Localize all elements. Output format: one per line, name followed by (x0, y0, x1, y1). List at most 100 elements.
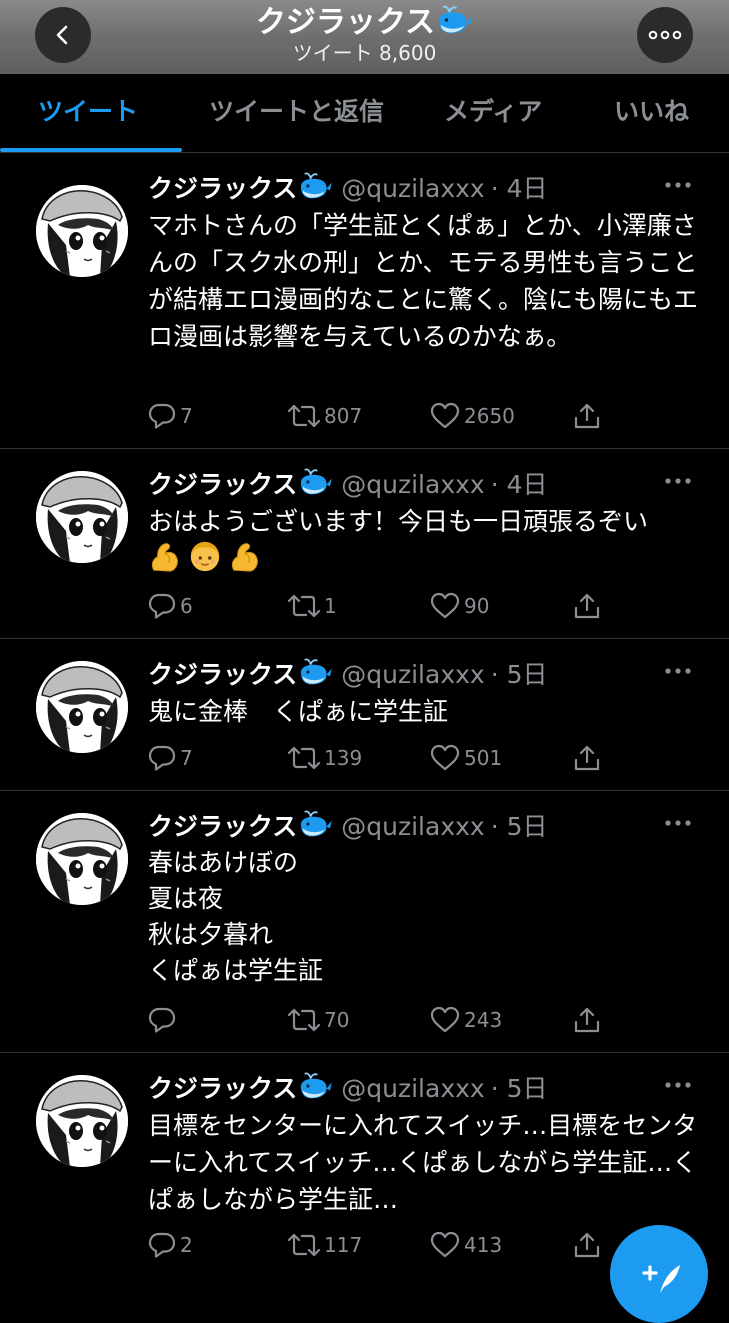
heart-icon (430, 1231, 460, 1259)
tweet-actions: 7 807 2650 (148, 399, 618, 433)
retweet-button[interactable]: 1 (288, 589, 337, 623)
whale-icon (297, 171, 333, 201)
tab-likes[interactable]: いいね (614, 94, 689, 130)
tweet-more-icon[interactable] (664, 813, 692, 833)
tweet-more-icon[interactable] (664, 661, 692, 681)
more-icon (648, 30, 682, 40)
tweet[interactable]: クジラックス @quzilaxxx · 4日 おはようございます！今日も一日頑張るぞ… (0, 449, 729, 639)
retweet-button[interactable]: 70 (288, 1003, 349, 1037)
heart-icon (430, 592, 460, 620)
tweet-time: · 4日 (490, 174, 548, 203)
tweet-author: クジラックス @quzilaxxx · 4日 (148, 171, 548, 205)
retweet-icon (288, 1231, 320, 1259)
reply-button[interactable]: 2 (148, 1228, 193, 1262)
tweet-text: 春はあけぼの 夏は夜 秋は夕暮れ くぱぁは学生証 (148, 848, 324, 985)
heart-icon (430, 402, 460, 430)
author-handle: @quzilaxxx (341, 812, 485, 841)
share-button[interactable] (573, 1228, 601, 1262)
whale-icon (297, 657, 333, 687)
like-count: 243 (464, 1008, 503, 1032)
avatar[interactable] (36, 661, 128, 753)
like-count: 413 (464, 1233, 503, 1257)
tweet-text: マホトさんの「学生証とくぱぁ」とか、小澤廉さんの「スク水の刑」とか、モテる男性も… (148, 211, 699, 351)
like-button[interactable]: 2650 (430, 399, 515, 433)
reply-icon (148, 1231, 176, 1259)
heart-icon (430, 1006, 460, 1034)
profile-title: クジラックス (0, 4, 729, 42)
flexed-biceps-icon (228, 540, 262, 574)
share-icon (573, 1006, 601, 1034)
tweet-text-content: おはようございます！今日も一日頑張るぞい (148, 507, 649, 536)
author-name[interactable]: クジラックス (148, 470, 297, 499)
reply-count: 7 (180, 746, 193, 770)
like-button[interactable]: 413 (430, 1228, 502, 1262)
like-count: 2650 (464, 404, 515, 428)
tweet-more-icon[interactable] (664, 1075, 692, 1095)
share-icon (573, 592, 601, 620)
author-name[interactable]: クジラックス (148, 174, 297, 203)
tweet-more-icon[interactable] (664, 175, 692, 195)
author-handle: @quzilaxxx (341, 1074, 485, 1103)
author-name[interactable]: クジラックス (148, 812, 297, 841)
tweet-author: クジラックス @quzilaxxx · 5日 (148, 809, 548, 843)
retweet-icon (288, 744, 320, 772)
more-options-button[interactable] (637, 7, 693, 63)
tweet-time: · 5日 (490, 660, 548, 689)
avatar[interactable] (36, 1075, 128, 1167)
like-count: 90 (464, 594, 490, 618)
retweet-button[interactable]: 139 (288, 741, 362, 775)
tweet[interactable]: クジラックス @quzilaxxx · 4日 マホトさんの「学生証とくぱぁ」とか、小… (0, 153, 729, 449)
tweet-more-icon[interactable] (664, 471, 692, 491)
author-name[interactable]: クジラックス (148, 660, 297, 689)
tweet-actions: 6 1 90 (148, 589, 618, 623)
share-button[interactable] (573, 399, 601, 433)
avatar[interactable] (36, 813, 128, 905)
like-count: 501 (464, 746, 503, 770)
tweet[interactable]: クジラックス @quzilaxxx · 5日 鬼に金棒 くぱぁに学生証 7 139 … (0, 639, 729, 791)
tab-tweets-and-replies[interactable]: ツイートと返信 (209, 94, 384, 130)
profile-header: クジラックス ツイート 8,600 (0, 0, 729, 74)
author-handle: @quzilaxxx (341, 174, 485, 203)
girl-emoji-icon (188, 540, 222, 574)
tweet-author: クジラックス @quzilaxxx · 5日 (148, 657, 548, 691)
author-name[interactable]: クジラックス (148, 1074, 297, 1103)
whale-icon (435, 4, 473, 36)
tweet[interactable]: クジラックス @quzilaxxx · 5日 春はあけぼの 夏は夜 秋は夕暮れ くぱ… (0, 791, 729, 1053)
tweet-text: おはようございます！今日も一日頑張るぞい (148, 503, 708, 578)
tweet-author: クジラックス @quzilaxxx · 4日 (148, 467, 548, 501)
like-button[interactable]: 90 (430, 589, 489, 623)
retweet-count: 117 (324, 1233, 363, 1257)
reply-button[interactable]: 7 (148, 399, 193, 433)
share-icon (573, 1231, 601, 1259)
tweet-actions: 2 117 413 (148, 1228, 618, 1262)
share-button[interactable] (573, 589, 601, 623)
reply-button[interactable] (148, 1003, 180, 1037)
tab-media[interactable]: メディア (444, 94, 542, 130)
reply-button[interactable]: 7 (148, 741, 193, 775)
retweet-icon (288, 592, 320, 620)
retweet-count: 807 (324, 404, 363, 428)
reply-icon (148, 592, 176, 620)
tweet-author: クジラックス @quzilaxxx · 5日 (148, 1071, 548, 1105)
retweet-count: 70 (324, 1008, 350, 1032)
share-button[interactable] (573, 741, 601, 775)
profile-tabs: ツイート ツイートと返信 メディア いいね (0, 74, 729, 153)
tweet-time: · 4日 (490, 470, 548, 499)
reply-button[interactable]: 6 (148, 589, 193, 623)
avatar[interactable] (36, 471, 128, 563)
whale-icon (297, 809, 333, 839)
retweet-button[interactable]: 117 (288, 1228, 362, 1262)
tweet-text: 鬼に金棒 くぱぁに学生証 (148, 697, 449, 726)
reply-count: 2 (180, 1233, 193, 1257)
compose-tweet-button[interactable] (610, 1225, 708, 1323)
tweet-actions: 70 243 (148, 1003, 618, 1037)
retweet-button[interactable]: 807 (288, 399, 362, 433)
tab-tweets[interactable]: ツイート (38, 94, 138, 130)
like-button[interactable]: 501 (430, 741, 502, 775)
compose-tweet-icon (642, 1265, 680, 1293)
tweet-text: 目標をセンターに入れてスイッチ…目標をセンターに入れてスイッチ…くぱぁしながら学… (148, 1111, 698, 1214)
like-button[interactable]: 243 (430, 1003, 502, 1037)
avatar[interactable] (36, 185, 128, 277)
share-button[interactable] (573, 1003, 601, 1037)
share-icon (573, 402, 601, 430)
